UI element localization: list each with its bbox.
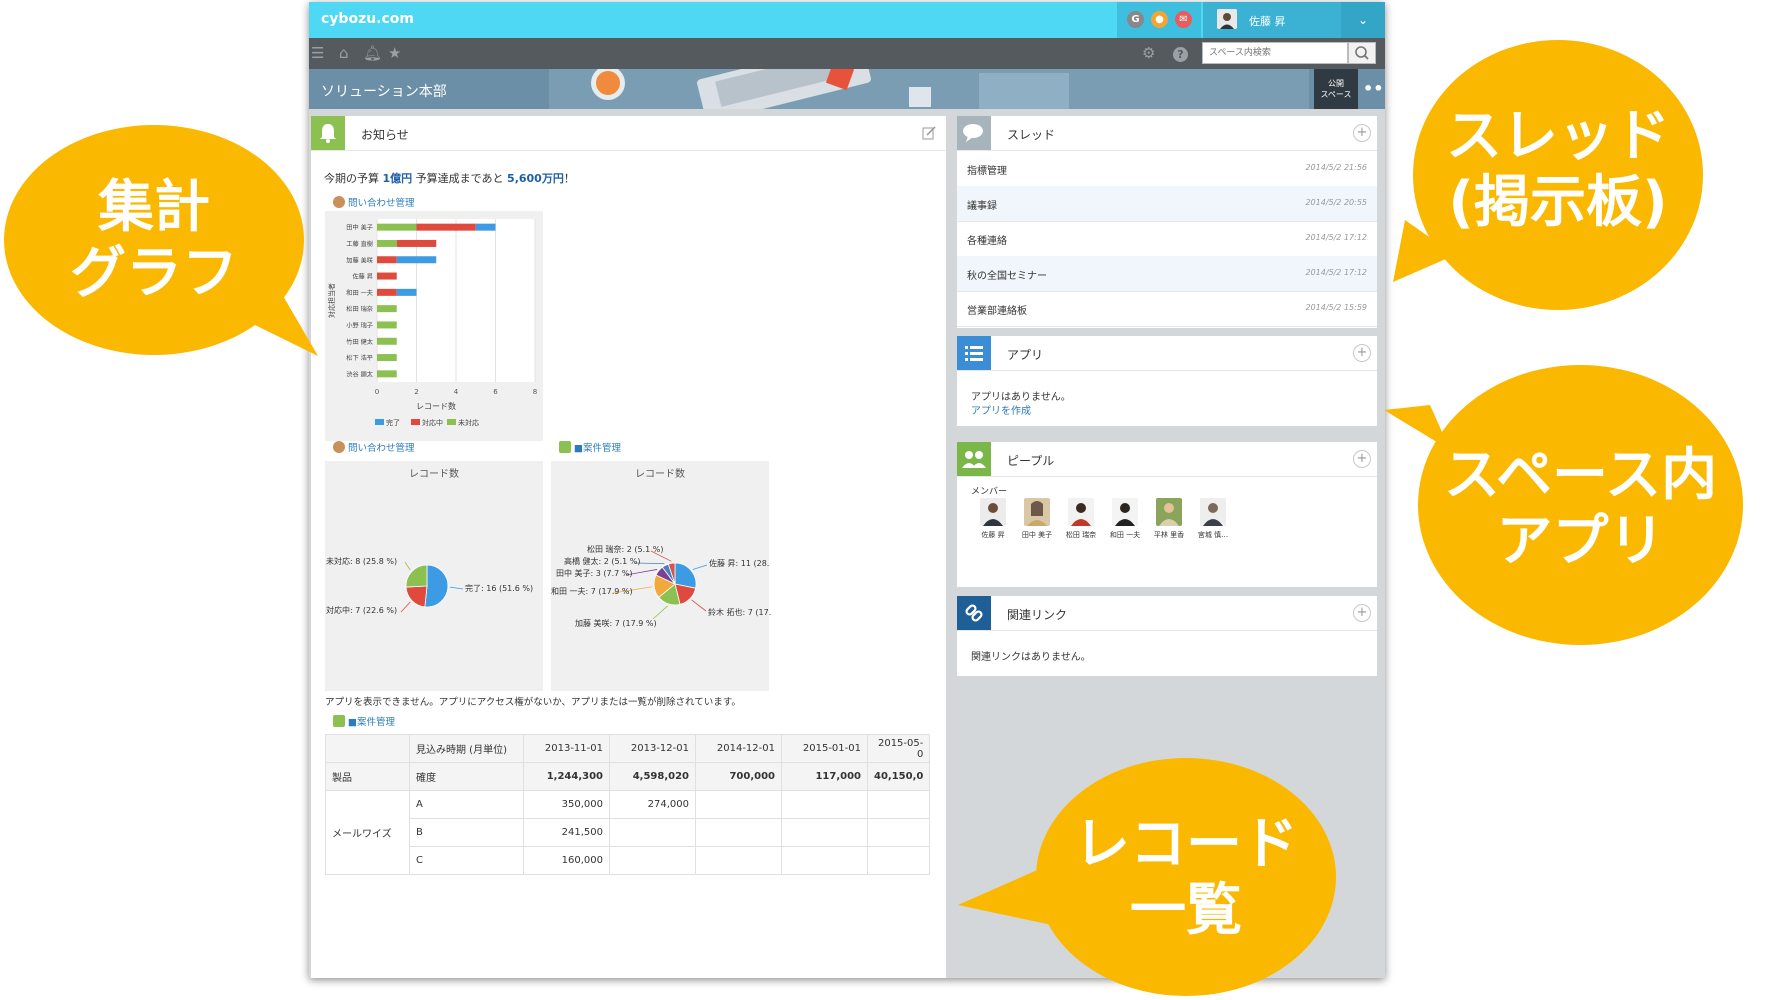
callout-app-line2: アプリ: [1496, 509, 1665, 574]
callout-thread-text: スレッド (掲示板): [1413, 104, 1703, 236]
callout-app-text: スペース内 アプリ: [1418, 443, 1743, 575]
callout-graph-text: 集計 グラフ: [4, 175, 304, 307]
callout-thread-line2: (掲示板): [1448, 170, 1668, 235]
callout-thread-line1: スレッド: [1446, 104, 1670, 169]
callout-graph-line2: グラフ: [70, 241, 238, 306]
callout-record-line2: 一覧: [1130, 878, 1242, 943]
callout-record-text: レコード 一覧: [1036, 812, 1336, 944]
callout-graph-line1: 集計: [98, 175, 210, 240]
callout-record-line1: レコード: [1074, 812, 1298, 877]
callout-app-line1: スペース内: [1443, 443, 1718, 508]
